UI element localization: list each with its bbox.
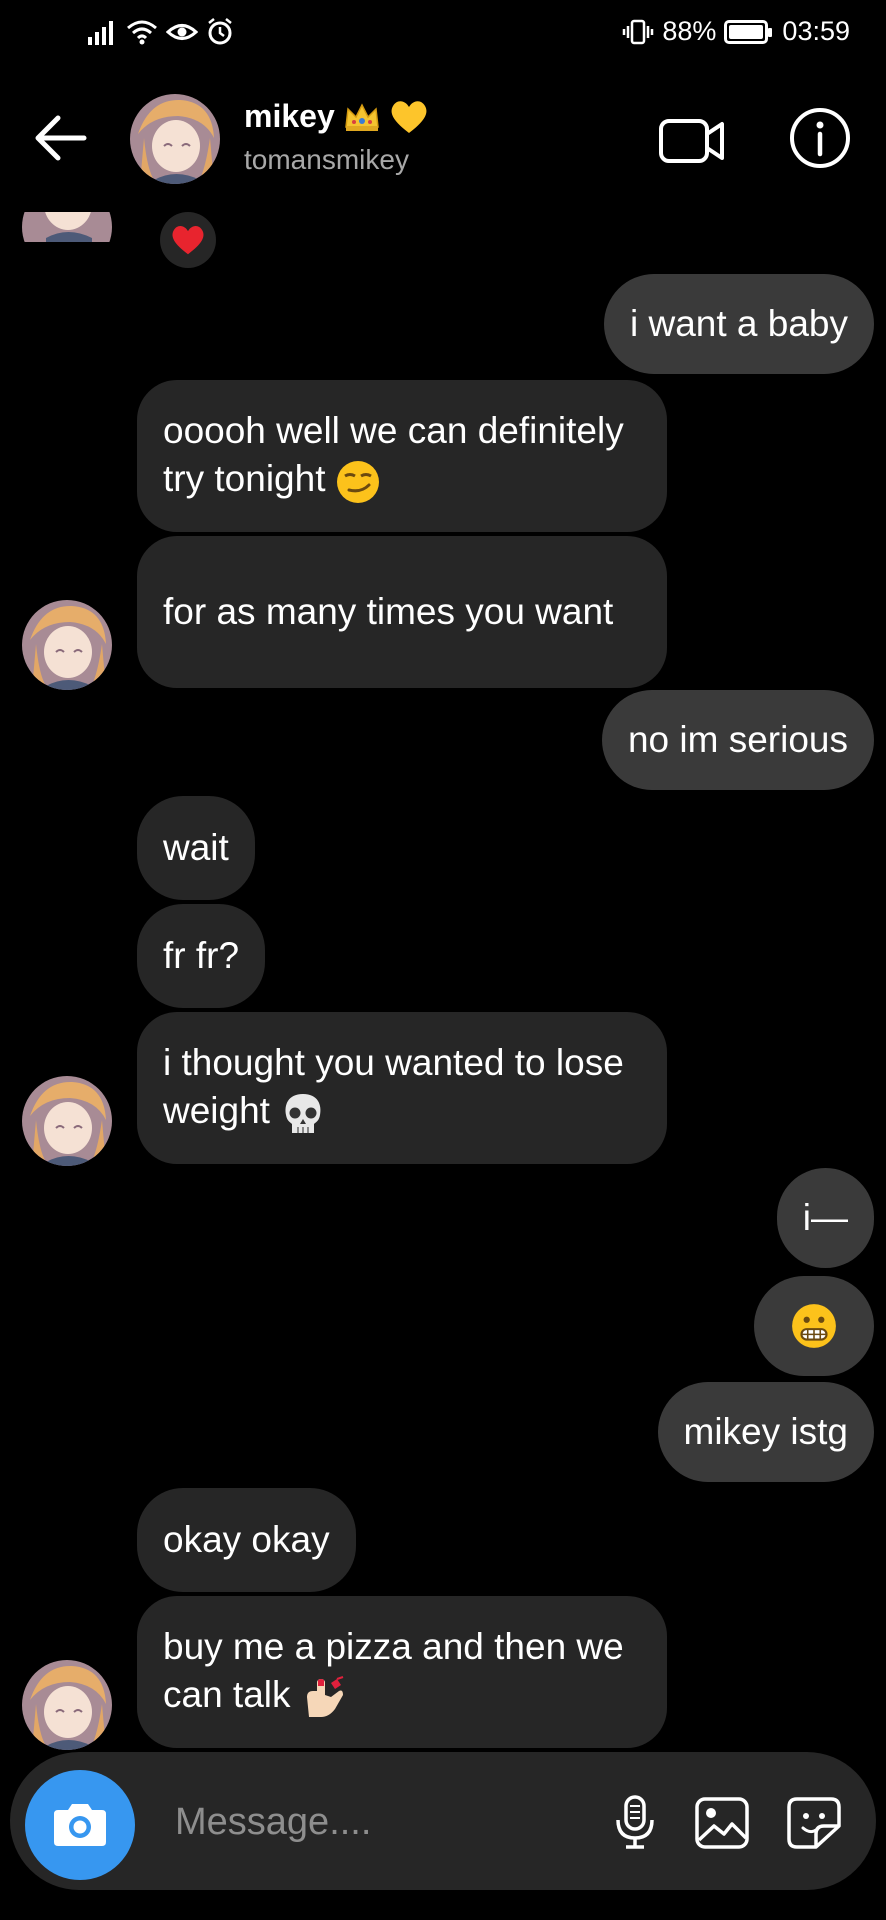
avatar-image	[130, 94, 220, 184]
avatar-image	[22, 600, 112, 690]
avatar-image	[22, 1660, 112, 1750]
message-outgoing[interactable]	[754, 1276, 874, 1376]
chat-header: mikey tomansmikey	[0, 70, 886, 210]
message-incoming[interactable]: fr fr?	[137, 904, 266, 1008]
message-text: wait	[163, 827, 229, 868]
message-text: mikey istg	[683, 1411, 848, 1452]
heart-reaction[interactable]	[160, 212, 216, 268]
message-incoming[interactable]: wait	[137, 796, 255, 900]
info-icon[interactable]	[788, 106, 852, 170]
wifi-icon	[127, 20, 157, 45]
message-text: fr fr?	[163, 935, 240, 976]
back-arrow-icon[interactable]	[30, 112, 90, 164]
message-outgoing[interactable]: mikey istg	[657, 1382, 874, 1482]
message-incoming[interactable]: for as many times you want	[137, 536, 667, 688]
message-text: i thought you wanted to lose weight	[163, 1039, 641, 1136]
smirk-emoji-icon	[337, 460, 380, 503]
microphone-icon[interactable]	[610, 1794, 660, 1850]
skull-emoji-icon	[285, 1093, 321, 1133]
message-text: okay okay	[163, 1519, 330, 1560]
message-incoming[interactable]: i thought you wanted to lose weight	[137, 1012, 667, 1164]
vibrate-icon	[623, 19, 654, 44]
chat-screen: 88% 03:59 mikey tomansmikey i want a bab…	[0, 0, 886, 1920]
sender-avatar[interactable]	[22, 1660, 112, 1750]
message-text: for as many times you want	[163, 591, 614, 632]
contact-username: tomansmikey	[244, 144, 409, 175]
message-outgoing[interactable]: no im serious	[601, 690, 874, 790]
status-icons-right: 88% 03:59	[622, 16, 850, 47]
message-incoming[interactable]: ooooh well we can definitely try tonight	[137, 380, 667, 532]
message-incoming[interactable]: okay okay	[137, 1488, 356, 1592]
status-bar: 88% 03:59	[0, 0, 886, 70]
eye-icon	[166, 24, 198, 40]
crown-emoji-icon	[344, 102, 379, 131]
battery-icon	[724, 19, 773, 44]
message-input[interactable]	[175, 1792, 595, 1852]
message-outgoing[interactable]: i want a baby	[603, 274, 874, 374]
heart-reaction-icon	[172, 225, 204, 255]
signal-icon	[88, 21, 113, 45]
contact-avatar[interactable]	[130, 94, 220, 184]
battery-percent: 88%	[662, 16, 717, 46]
sticker-icon[interactable]	[786, 1796, 842, 1850]
sender-avatar[interactable]	[22, 600, 112, 690]
camera-button[interactable]	[25, 1770, 135, 1880]
message-outgoing[interactable]: i—	[776, 1168, 874, 1268]
camera-icon	[54, 1804, 106, 1846]
message-text: no im serious	[627, 719, 848, 760]
message-text: i—	[802, 1197, 848, 1238]
alarm-icon	[208, 18, 232, 45]
message-composer	[10, 1752, 876, 1890]
yellow-heart-icon	[391, 100, 427, 133]
sender-avatar[interactable]	[22, 1076, 112, 1166]
message-incoming[interactable]: buy me a pizza and then we can talk	[137, 1596, 667, 1748]
grimacing-emoji-icon	[792, 1304, 836, 1348]
message-text: ooooh well we can definitely try tonight	[163, 407, 641, 504]
contact-name: mikey	[244, 98, 335, 134]
contact-name-row[interactable]: mikey	[244, 98, 429, 135]
video-call-icon[interactable]	[658, 116, 726, 166]
message-text: i want a baby	[629, 303, 848, 344]
status-icons-left	[88, 18, 234, 46]
clock-time: 03:59	[782, 16, 850, 46]
gallery-icon[interactable]	[694, 1796, 750, 1850]
avatar-image	[22, 1076, 112, 1166]
message-text: buy me a pizza and then we can talk	[163, 1623, 641, 1720]
nail-polish-emoji-icon	[306, 1675, 343, 1717]
